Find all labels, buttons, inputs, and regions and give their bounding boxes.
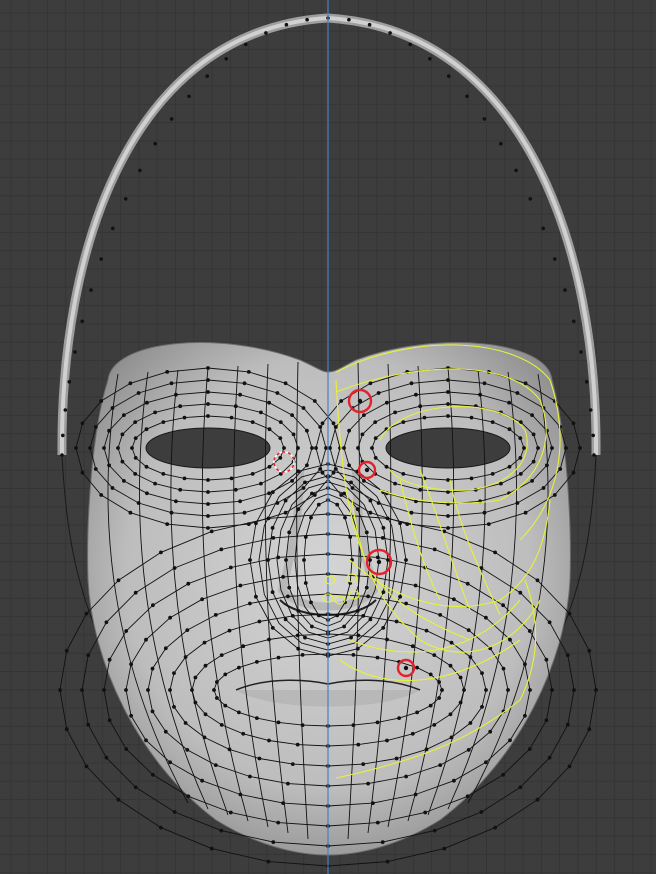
3d-viewport[interactable]: [0, 0, 656, 874]
left-eye-hole: [145, 427, 271, 469]
face-mesh-scene[interactable]: [0, 0, 656, 874]
right-eye-hole: [385, 427, 511, 469]
